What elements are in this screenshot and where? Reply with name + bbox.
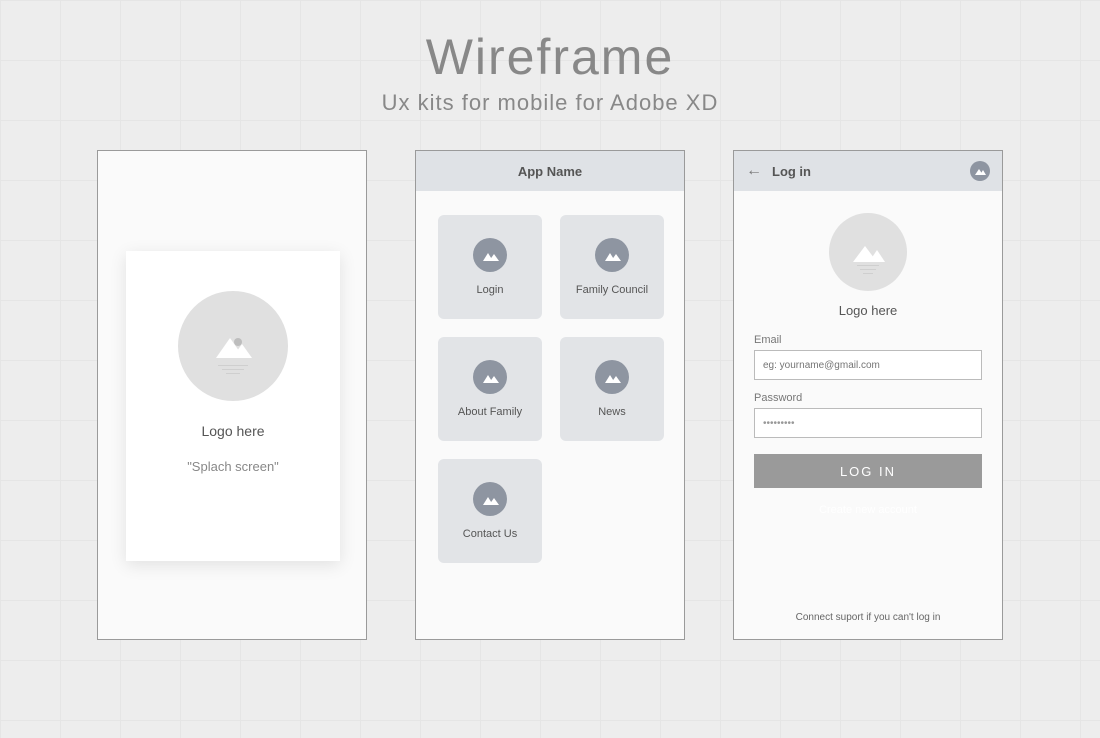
tile-contact-us[interactable]: Contact Us [438,459,542,563]
email-field[interactable] [754,350,982,380]
tile-label: News [598,406,626,418]
mountain-icon [473,360,507,394]
back-arrow-icon[interactable]: ← [746,162,762,180]
screen-name-label: "Splach screen" [187,459,279,474]
avatar-icon[interactable] [970,161,990,181]
tile-label: About Family [458,406,522,418]
password-label: Password [754,392,982,404]
app-bar-title: Log in [772,164,811,179]
tile-news[interactable]: News [560,337,664,441]
menu-grid: Login Family Council About Family News [416,191,684,587]
login-screen: ← Log in Logo here [733,150,1003,640]
mountain-icon [595,238,629,272]
create-account-link[interactable]: Create new account [754,504,982,516]
page-subtitle: Ux kits for mobile for Adobe XD [0,90,1100,116]
logo-label: Logo here [201,423,264,439]
logo-placeholder-icon [178,291,288,401]
splash-screen: Logo here "Splach screen" [97,150,367,640]
page-title: Wireframe [0,28,1100,86]
login-button[interactable]: LOG IN [754,454,982,488]
tile-label: Contact Us [463,528,517,540]
support-text: Connect suport if you can't log in [734,612,1002,623]
logo-label: Logo here [839,303,898,318]
app-bar: App Name [416,151,684,191]
app-bar: ← Log in [734,151,1002,191]
mountain-icon [473,238,507,272]
tile-label: Family Council [576,284,648,296]
mountain-icon [595,360,629,394]
password-field[interactable] [754,408,982,438]
tile-label: Login [477,284,504,296]
tile-login[interactable]: Login [438,215,542,319]
app-bar-title: App Name [518,164,582,179]
mountain-icon [473,482,507,516]
tile-family-council[interactable]: Family Council [560,215,664,319]
email-label: Email [754,334,982,346]
menu-screen: App Name Login Family Council About Fami… [415,150,685,640]
tile-about-family[interactable]: About Family [438,337,542,441]
logo-placeholder-icon [829,213,907,291]
splash-card: Logo here "Splach screen" [126,251,340,561]
